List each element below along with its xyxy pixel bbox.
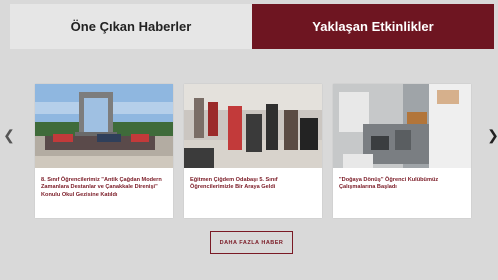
news-card-image: [184, 84, 322, 168]
news-card[interactable]: 8. Sınıf Öğrencilerimiz "Antik Çağdan Mo…: [35, 84, 173, 218]
tab-bar: Öne Çıkan Haberler Yaklaşan Etkinlikler: [10, 4, 494, 49]
news-card-image: [35, 84, 173, 168]
tab-featured-news[interactable]: Öne Çıkan Haberler: [10, 4, 252, 49]
chevron-right-icon[interactable]: ❯: [487, 125, 498, 145]
news-card-title[interactable]: Eğitmen Çiğdem Odabaşı 5. Sınıf Öğrencil…: [184, 168, 322, 192]
news-card-title[interactable]: 8. Sınıf Öğrencilerimiz "Antik Çağdan Mo…: [35, 168, 173, 199]
more-news-button[interactable]: DAHA FAZLA HABER: [210, 231, 293, 254]
news-carousel: ❮ 8. Sınıf Öğrencilerimiz "Antik Çağdan …: [0, 80, 498, 230]
chevron-left-icon[interactable]: ❮: [3, 125, 15, 145]
news-card-title[interactable]: "Doğaya Dönüş" Öğrenci Kulübümüz Çalışma…: [333, 168, 471, 192]
news-card-image: [333, 84, 471, 168]
news-card[interactable]: Eğitmen Çiğdem Odabaşı 5. Sınıf Öğrencil…: [184, 84, 322, 218]
tab-upcoming-events[interactable]: Yaklaşan Etkinlikler: [252, 4, 494, 49]
news-card[interactable]: "Doğaya Dönüş" Öğrenci Kulübümüz Çalışma…: [333, 84, 471, 218]
